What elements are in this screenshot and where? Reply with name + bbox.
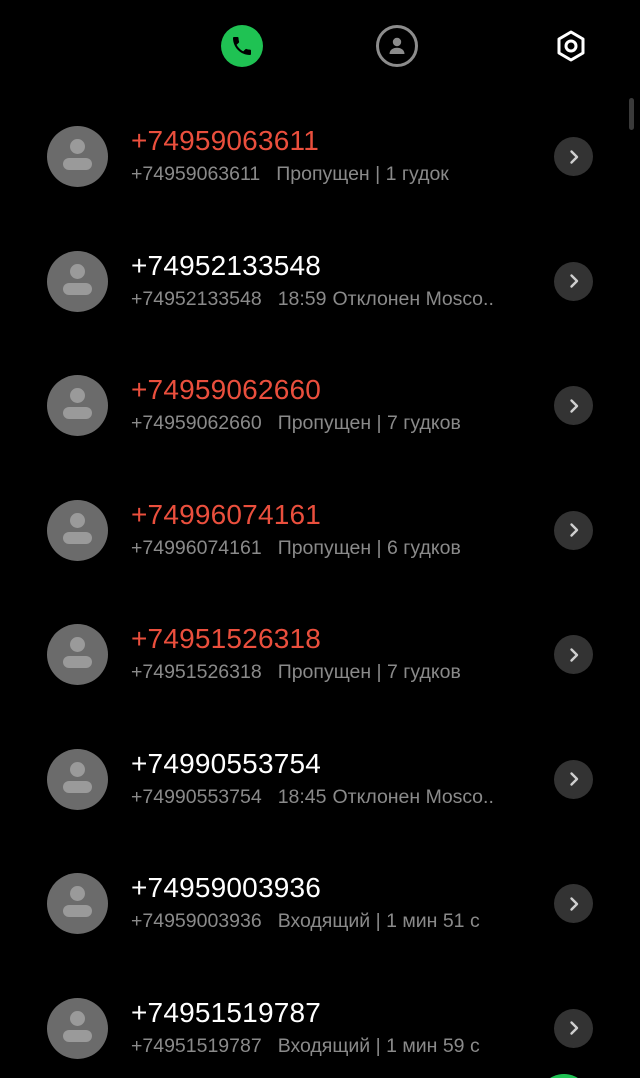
- avatar-head-shape: [70, 1010, 85, 1026]
- chevron-right-icon: [569, 398, 578, 413]
- caller-number: +74952133548: [131, 287, 262, 310]
- person-icon: [389, 37, 405, 54]
- chevron-right-icon: [569, 274, 578, 288]
- avatar[interactable]: [47, 624, 108, 685]
- call-status: Пропущен | 6 гудков: [277, 536, 461, 559]
- call-status: Пропущен | 7 гудков: [277, 661, 461, 683]
- phone-icon: [233, 37, 251, 55]
- call-log-row[interactable]: +74959063611 +74959063611 Пропущен | 1 гу…: [0, 95, 640, 220]
- call-details: +74959003936 Входящий | 1 мин 51 с: [131, 909, 526, 933]
- call-info-button[interactable]: [554, 386, 593, 425]
- call-status: Отклонен Mosco..: [332, 287, 494, 310]
- avatar-body-shape: [63, 158, 92, 170]
- call-log-row[interactable]: +74952133548 +74952133548 18:59 Отклонен M…: [0, 220, 640, 345]
- call-details: +74959063611 Пропущен | 1 гудок: [131, 162, 526, 186]
- call-log-row[interactable]: +74951519787 +74951519787 Входящий | 1 ми…: [0, 967, 640, 1078]
- caller-name: +74990553754: [131, 747, 322, 779]
- avatar-head-shape: [70, 388, 85, 403]
- call-info-button[interactable]: [554, 1008, 593, 1048]
- avatar-body-shape: [63, 282, 92, 295]
- call-log-row[interactable]: +74959062660 +74959062660 Пропущен | 7 гу…: [0, 344, 640, 469]
- call-status: Отклонен Mosco..: [332, 785, 494, 808]
- avatar-head-shape: [70, 886, 85, 901]
- chevron-right-icon: [569, 896, 578, 911]
- chevron-right-icon: [569, 149, 578, 164]
- avatar-body-shape: [63, 656, 92, 668]
- call-log-row[interactable]: +74996074161 +74996074161 Пропущен | 6 гу…: [0, 469, 640, 594]
- call-log-row[interactable]: +74990553754 +74990553754 18:45 Отклонен M…: [0, 718, 640, 843]
- call-details: +74952133548 18:59 Отклонен Mosco..: [131, 287, 526, 311]
- call-info-button[interactable]: [554, 510, 593, 550]
- caller-name: +74959062660: [131, 374, 322, 405]
- avatar[interactable]: [47, 126, 108, 187]
- call-details: +74951519787 Входящий | 1 мин 59 с: [131, 1034, 526, 1058]
- call-time: 18:59: [277, 287, 327, 310]
- call-status: Пропущен | 1 гудок: [276, 163, 449, 185]
- top-tab-bar: [0, 0, 640, 92]
- caller-name: +74996074161: [131, 498, 322, 530]
- call-info-button[interactable]: [554, 635, 593, 674]
- avatar[interactable]: [47, 997, 108, 1059]
- call-log-row[interactable]: +74951526318 +74951526318 Пропущен | 7 гу…: [0, 593, 640, 718]
- avatar-body-shape: [63, 531, 92, 544]
- chevron-right-icon: [569, 1021, 578, 1035]
- caller-number: +74959062660: [131, 412, 262, 434]
- caller-name: +74951526318: [131, 623, 322, 654]
- caller-number: +74959003936: [131, 910, 262, 932]
- tab-calls[interactable]: [221, 25, 263, 67]
- tab-settings[interactable]: [549, 24, 593, 68]
- caller-name: +74951519787: [131, 996, 322, 1028]
- call-info-button[interactable]: [554, 884, 593, 923]
- caller-number: +74990553754: [131, 785, 262, 808]
- avatar-head-shape: [70, 637, 85, 652]
- call-log-list: +74959063611 +74959063611 Пропущен | 1 гу…: [0, 95, 640, 1078]
- caller-number: +74996074161: [131, 536, 262, 559]
- chevron-right-icon: [569, 647, 578, 662]
- call-time: 18:45: [277, 785, 327, 808]
- gear-icon: [557, 30, 585, 62]
- avatar[interactable]: [47, 375, 108, 436]
- caller-number: +74959063611: [131, 163, 261, 185]
- caller-number: +74951519787: [131, 1034, 262, 1057]
- call-info-button[interactable]: [554, 261, 593, 301]
- tab-contacts[interactable]: [376, 25, 418, 67]
- chevron-right-icon: [569, 523, 578, 537]
- call-log-screen: +74959063611 +74959063611 Пропущен | 1 гу…: [0, 0, 640, 1078]
- avatar-head-shape: [70, 761, 85, 777]
- avatar-head-shape: [70, 512, 85, 528]
- call-details: +74990553754 18:45 Отклонен Mosco..: [131, 785, 526, 809]
- call-details: +74959062660 Пропущен | 7 гудков: [131, 411, 526, 435]
- avatar-head-shape: [70, 263, 85, 279]
- call-info-button[interactable]: [554, 137, 593, 176]
- avatar-body-shape: [63, 780, 92, 793]
- caller-name: +74959003936: [131, 872, 322, 903]
- avatar-body-shape: [63, 1029, 92, 1042]
- avatar-head-shape: [70, 139, 85, 154]
- avatar[interactable]: [47, 748, 108, 810]
- avatar-body-shape: [63, 407, 92, 419]
- caller-name: +74952133548: [131, 249, 322, 281]
- avatar[interactable]: [47, 250, 108, 312]
- call-status: Входящий | 1 мин 51 с: [277, 910, 480, 932]
- call-status: Пропущен | 7 гудков: [277, 412, 461, 434]
- chevron-right-icon: [569, 772, 578, 786]
- avatar-body-shape: [63, 905, 92, 917]
- call-details: +74951526318 Пропущен | 7 гудков: [131, 660, 526, 684]
- call-log-row[interactable]: +74959003936 +74959003936 Входящий | 1 ми…: [0, 842, 640, 967]
- caller-name: +74959063611: [131, 125, 319, 156]
- call-status: Входящий | 1 мин 59 с: [277, 1034, 480, 1057]
- avatar[interactable]: [47, 873, 108, 934]
- call-details: +74996074161 Пропущен | 6 гудков: [131, 536, 526, 560]
- avatar[interactable]: [47, 499, 108, 561]
- call-info-button[interactable]: [554, 759, 593, 799]
- caller-number: +74951526318: [131, 661, 262, 683]
